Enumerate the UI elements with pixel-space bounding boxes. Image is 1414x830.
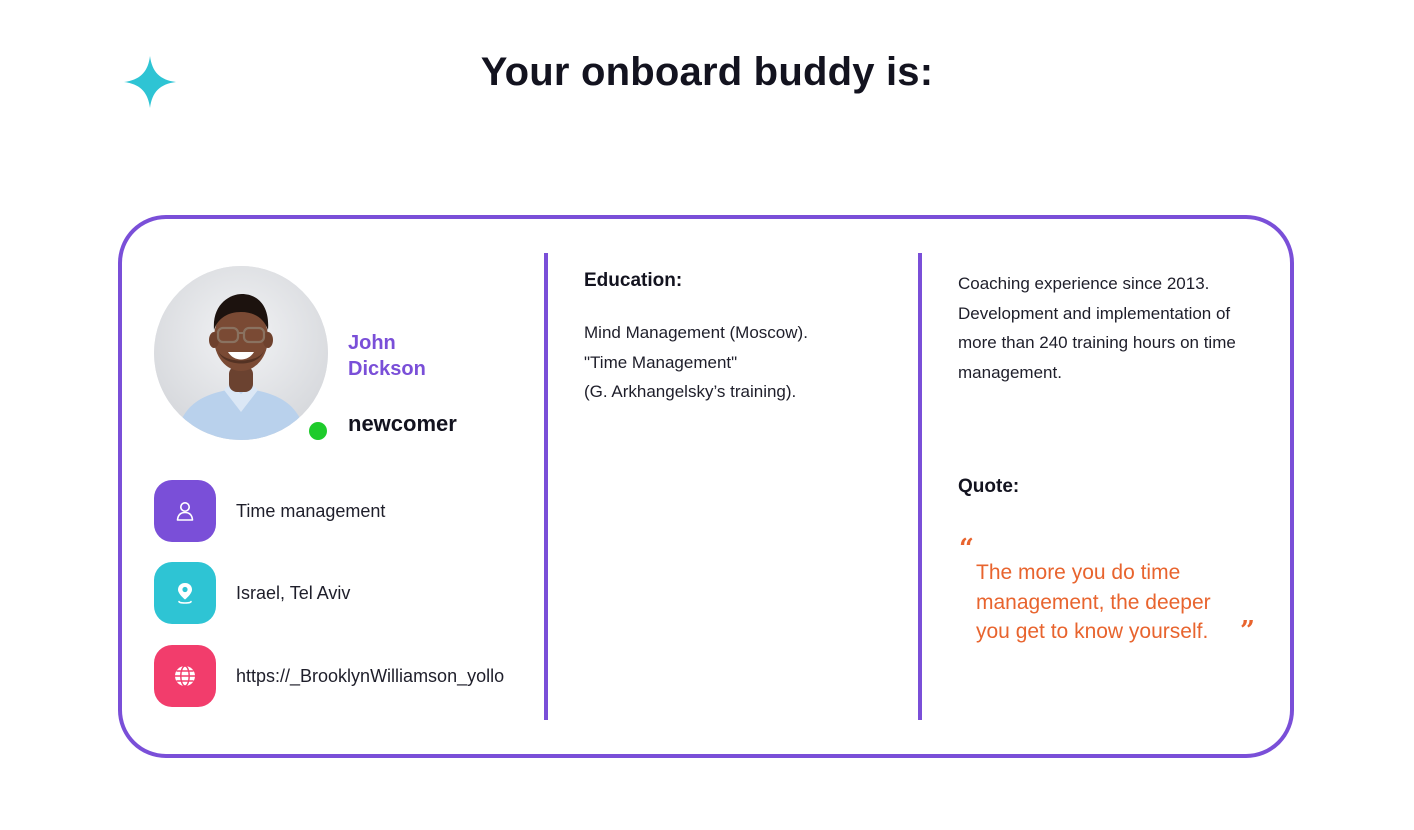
- globe-icon[interactable]: [154, 645, 216, 707]
- user-icon[interactable]: [154, 480, 216, 542]
- education-line: "Time Management": [584, 352, 738, 372]
- online-status-indicator: [309, 422, 327, 440]
- avatar: [154, 266, 328, 440]
- column-divider: [918, 253, 922, 720]
- person-photo: [154, 266, 328, 440]
- last-name: Dickson: [348, 358, 426, 380]
- quote-close-mark-icon: ”: [1240, 616, 1255, 646]
- page-title: Your onboard buddy is:: [480, 50, 934, 94]
- info-row-interest: Time management: [154, 480, 385, 542]
- education-heading: Education:: [584, 270, 683, 291]
- buddy-name: John Dickson: [348, 330, 468, 382]
- website-link[interactable]: https://_BrooklynWilliamson_yollo: [236, 666, 504, 687]
- location-text: Israel, Tel Aviv: [236, 582, 351, 603]
- info-row-location: Israel, Tel Aviv: [154, 562, 350, 624]
- education-list: Mind Management (Moscow). "Time Manageme…: [584, 318, 808, 407]
- quote-open-mark-icon: “: [959, 534, 974, 564]
- experience-text: Coaching experience since 2013. Developm…: [958, 274, 1236, 382]
- buddy-role: newcomer: [348, 411, 457, 436]
- column-divider: [544, 253, 548, 720]
- first-name: John: [348, 332, 396, 354]
- quote-heading: Quote:: [958, 476, 1020, 497]
- info-row-website: https://_BrooklynWilliamson_yollo: [154, 645, 504, 707]
- interest-text: Time management: [236, 500, 386, 521]
- quote-text: The more you do time management, the dee…: [976, 561, 1211, 643]
- location-pin-icon[interactable]: [154, 562, 216, 624]
- education-line: Mind Management (Moscow).: [584, 323, 808, 342]
- education-line: (G. Arkhangelsky’s training).: [584, 382, 797, 401]
